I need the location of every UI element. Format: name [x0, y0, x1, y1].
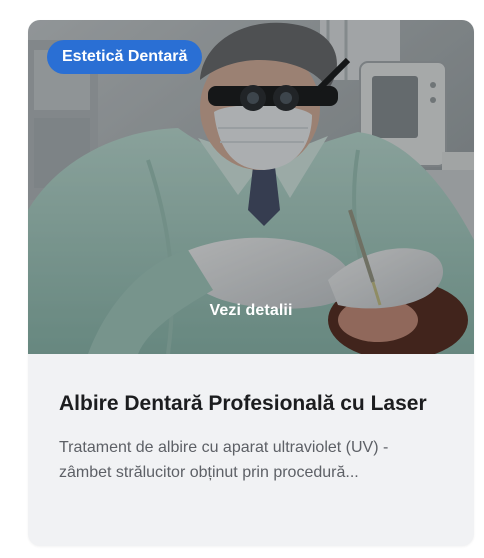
- description-line-2: zâmbet strălucitor obținut prin procedur…: [59, 464, 359, 481]
- card-title[interactable]: Albire Dentară Profesională cu Laser: [59, 387, 443, 421]
- card-description: Tratament de albire cu aparat ultraviole…: [59, 435, 443, 485]
- description-line-1: Tratament de albire cu aparat ultraviole…: [59, 439, 389, 456]
- view-details-link[interactable]: Vezi detalii: [28, 302, 474, 320]
- service-card[interactable]: Estetică Dentară Vezi detalii Albire Den…: [28, 20, 474, 546]
- category-badge: Estetică Dentară: [47, 40, 203, 74]
- card-image-area[interactable]: Estetică Dentară Vezi detalii: [28, 20, 474, 354]
- card-body: Albire Dentară Profesională cu Laser Tra…: [28, 354, 474, 485]
